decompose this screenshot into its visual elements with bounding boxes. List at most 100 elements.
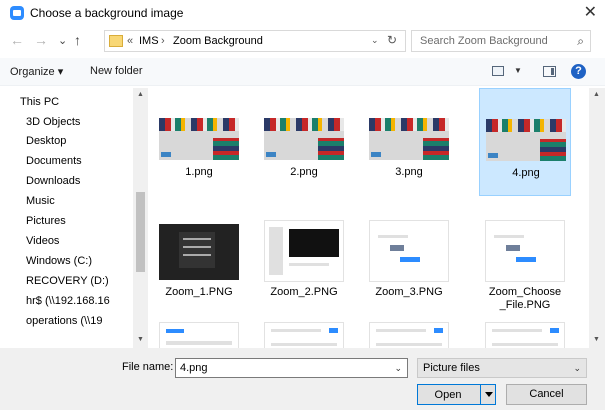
breadcrumb-separator: ›	[161, 35, 165, 47]
tree-item[interactable]: This PC	[20, 96, 140, 108]
file-name-label: Zoom_Choose_File.PNG	[488, 286, 562, 311]
navigation-bar: ← → ⌄ ↑ « IMS › Zoom Background ⌄ ↻ Sear…	[0, 28, 605, 56]
open-options-dropdown-icon[interactable]	[480, 385, 496, 404]
breadcrumb-overflow[interactable]: «	[127, 35, 133, 47]
file-type-dropdown-icon[interactable]: ⌄	[573, 363, 581, 374]
scroll-down-icon[interactable]: ▼	[137, 336, 144, 343]
file-name-label: 4.png	[512, 167, 540, 179]
tree-item[interactable]: Videos	[26, 235, 146, 247]
title-bar: Choose a background image ✕	[0, 0, 605, 26]
tree-item[interactable]: Pictures	[26, 215, 146, 227]
file-name-label: 2.png	[290, 166, 318, 178]
organize-menu[interactable]: Organize ▾	[10, 65, 63, 78]
new-folder-button[interactable]: New folder	[90, 65, 143, 77]
zoom-app-icon	[10, 6, 24, 20]
file-thumbnail	[264, 118, 344, 160]
file-thumbnail	[159, 224, 239, 280]
file-item[interactable]	[153, 310, 245, 348]
file-item[interactable]: Zoom_1.PNG	[153, 208, 245, 316]
breadcrumb-ims[interactable]: IMS	[139, 35, 159, 47]
file-thumbnail	[485, 220, 565, 282]
file-list[interactable]: 1.png 2.png 3.png 4.png Zoom_1.PNG Zoom_2.PNG…	[148, 88, 589, 348]
file-item[interactable]: 4.png	[479, 88, 571, 196]
scroll-down-icon[interactable]: ▼	[593, 336, 600, 343]
file-item[interactable]: Zoom_2.PNG	[258, 208, 350, 316]
tree-item[interactable]: 3D Objects	[26, 116, 146, 128]
file-name-label: Zoom_2.PNG	[270, 286, 338, 298]
file-name-input[interactable]: 4.png ⌄	[175, 358, 408, 378]
change-view-icon[interactable]	[492, 66, 504, 76]
file-thumbnail	[369, 220, 449, 282]
file-item[interactable]: Zoom_Choose_File.PNG	[479, 208, 571, 316]
file-thumbnail	[485, 322, 565, 348]
tree-item-label: Pictures	[26, 215, 66, 227]
breadcrumb-zoom-background[interactable]: Zoom Background	[173, 35, 263, 47]
file-item[interactable]	[363, 310, 455, 348]
open-button-label: Open	[434, 389, 462, 401]
file-thumbnail	[264, 322, 344, 348]
tree-item-label: RECOVERY (D:)	[26, 275, 109, 287]
file-thumbnail	[264, 220, 344, 282]
tree-item-label: operations (\\19	[26, 315, 103, 327]
file-item[interactable]	[479, 310, 571, 348]
file-item[interactable]	[258, 310, 350, 348]
file-thumbnail	[486, 119, 566, 161]
navigation-pane[interactable]: This PC 3D Objects Desktop Documents Downloa…	[0, 88, 148, 348]
tree-item-label: Videos	[26, 235, 60, 247]
tree-item-label: 3D Objects	[26, 116, 81, 128]
file-thumbnail	[159, 322, 239, 348]
scroll-up-icon[interactable]: ▲	[593, 91, 600, 98]
forward-arrow-icon[interactable]: →	[34, 32, 48, 48]
back-arrow-icon[interactable]: ←	[10, 32, 24, 48]
search-icon[interactable]: ⌕	[577, 34, 584, 49]
tree-item[interactable]: Windows (C:)	[26, 255, 146, 267]
tree-item[interactable]: RECOVERY (D:)	[26, 275, 146, 287]
preview-pane-icon[interactable]	[543, 66, 556, 77]
file-thumbnail	[369, 118, 449, 160]
navigation-pane-scrollbar[interactable]: ▲ ▼	[133, 88, 148, 348]
up-folder-icon[interactable]: ↑	[74, 32, 81, 48]
tree-item[interactable]: hr$ (\\192.168.16	[26, 295, 146, 307]
window-title: Choose a background image	[30, 6, 184, 20]
command-bar: Organize ▾ New folder ▼ ?	[0, 58, 605, 86]
file-type-value: Picture files	[423, 362, 480, 374]
scroll-thumb[interactable]	[136, 192, 145, 272]
file-name-label: 1.png	[185, 166, 213, 178]
tree-item-label: Downloads	[26, 175, 81, 187]
scroll-up-icon[interactable]: ▲	[137, 91, 144, 98]
tree-item[interactable]: Music	[26, 195, 146, 207]
view-options-dropdown-icon[interactable]: ▼	[514, 66, 522, 75]
address-bar[interactable]: « IMS › Zoom Background ⌄ ↻	[104, 30, 406, 52]
tree-item[interactable]: Downloads	[26, 175, 146, 187]
address-dropdown-icon[interactable]: ⌄	[371, 35, 379, 46]
tree-item-label: Documents	[26, 155, 82, 167]
file-name-label: 3.png	[395, 166, 423, 178]
file-list-scrollbar[interactable]: ▲ ▼	[589, 88, 605, 348]
dialog-footer: File name: 4.png ⌄ Picture files ⌄ Open …	[0, 348, 605, 410]
refresh-icon[interactable]: ↻	[387, 33, 397, 47]
help-icon[interactable]: ?	[571, 64, 586, 79]
tree-item-label: This PC	[20, 96, 60, 108]
tree-item[interactable]: Documents	[26, 155, 146, 167]
tree-item-label: hr$ (\\192.168.16	[26, 295, 110, 307]
close-icon[interactable]: ✕	[584, 2, 597, 22]
file-thumbnail	[369, 322, 449, 348]
tree-item-label: Desktop	[26, 135, 67, 147]
file-thumbnail	[159, 118, 239, 160]
tree-item[interactable]: operations (\\19	[26, 315, 146, 327]
search-input[interactable]: Search Zoom Background ⌕	[411, 30, 591, 52]
file-item[interactable]: 3.png	[363, 88, 455, 196]
tree-item-label: Music	[26, 195, 55, 207]
file-type-select[interactable]: Picture files ⌄	[417, 358, 587, 378]
file-name-dropdown-icon[interactable]: ⌄	[394, 363, 402, 374]
file-name-label: Zoom_1.PNG	[165, 286, 233, 298]
cancel-button[interactable]: Cancel	[506, 384, 587, 405]
file-item[interactable]: 2.png	[258, 88, 350, 196]
tree-item-label: Windows (C:)	[26, 255, 93, 267]
tree-item[interactable]: Desktop	[26, 135, 146, 147]
file-item[interactable]: Zoom_3.PNG	[363, 208, 455, 316]
open-button[interactable]: Open	[417, 384, 496, 405]
search-placeholder: Search Zoom Background	[420, 35, 548, 47]
file-item[interactable]: 1.png	[153, 88, 245, 196]
recent-locations-icon[interactable]: ⌄	[58, 34, 67, 47]
